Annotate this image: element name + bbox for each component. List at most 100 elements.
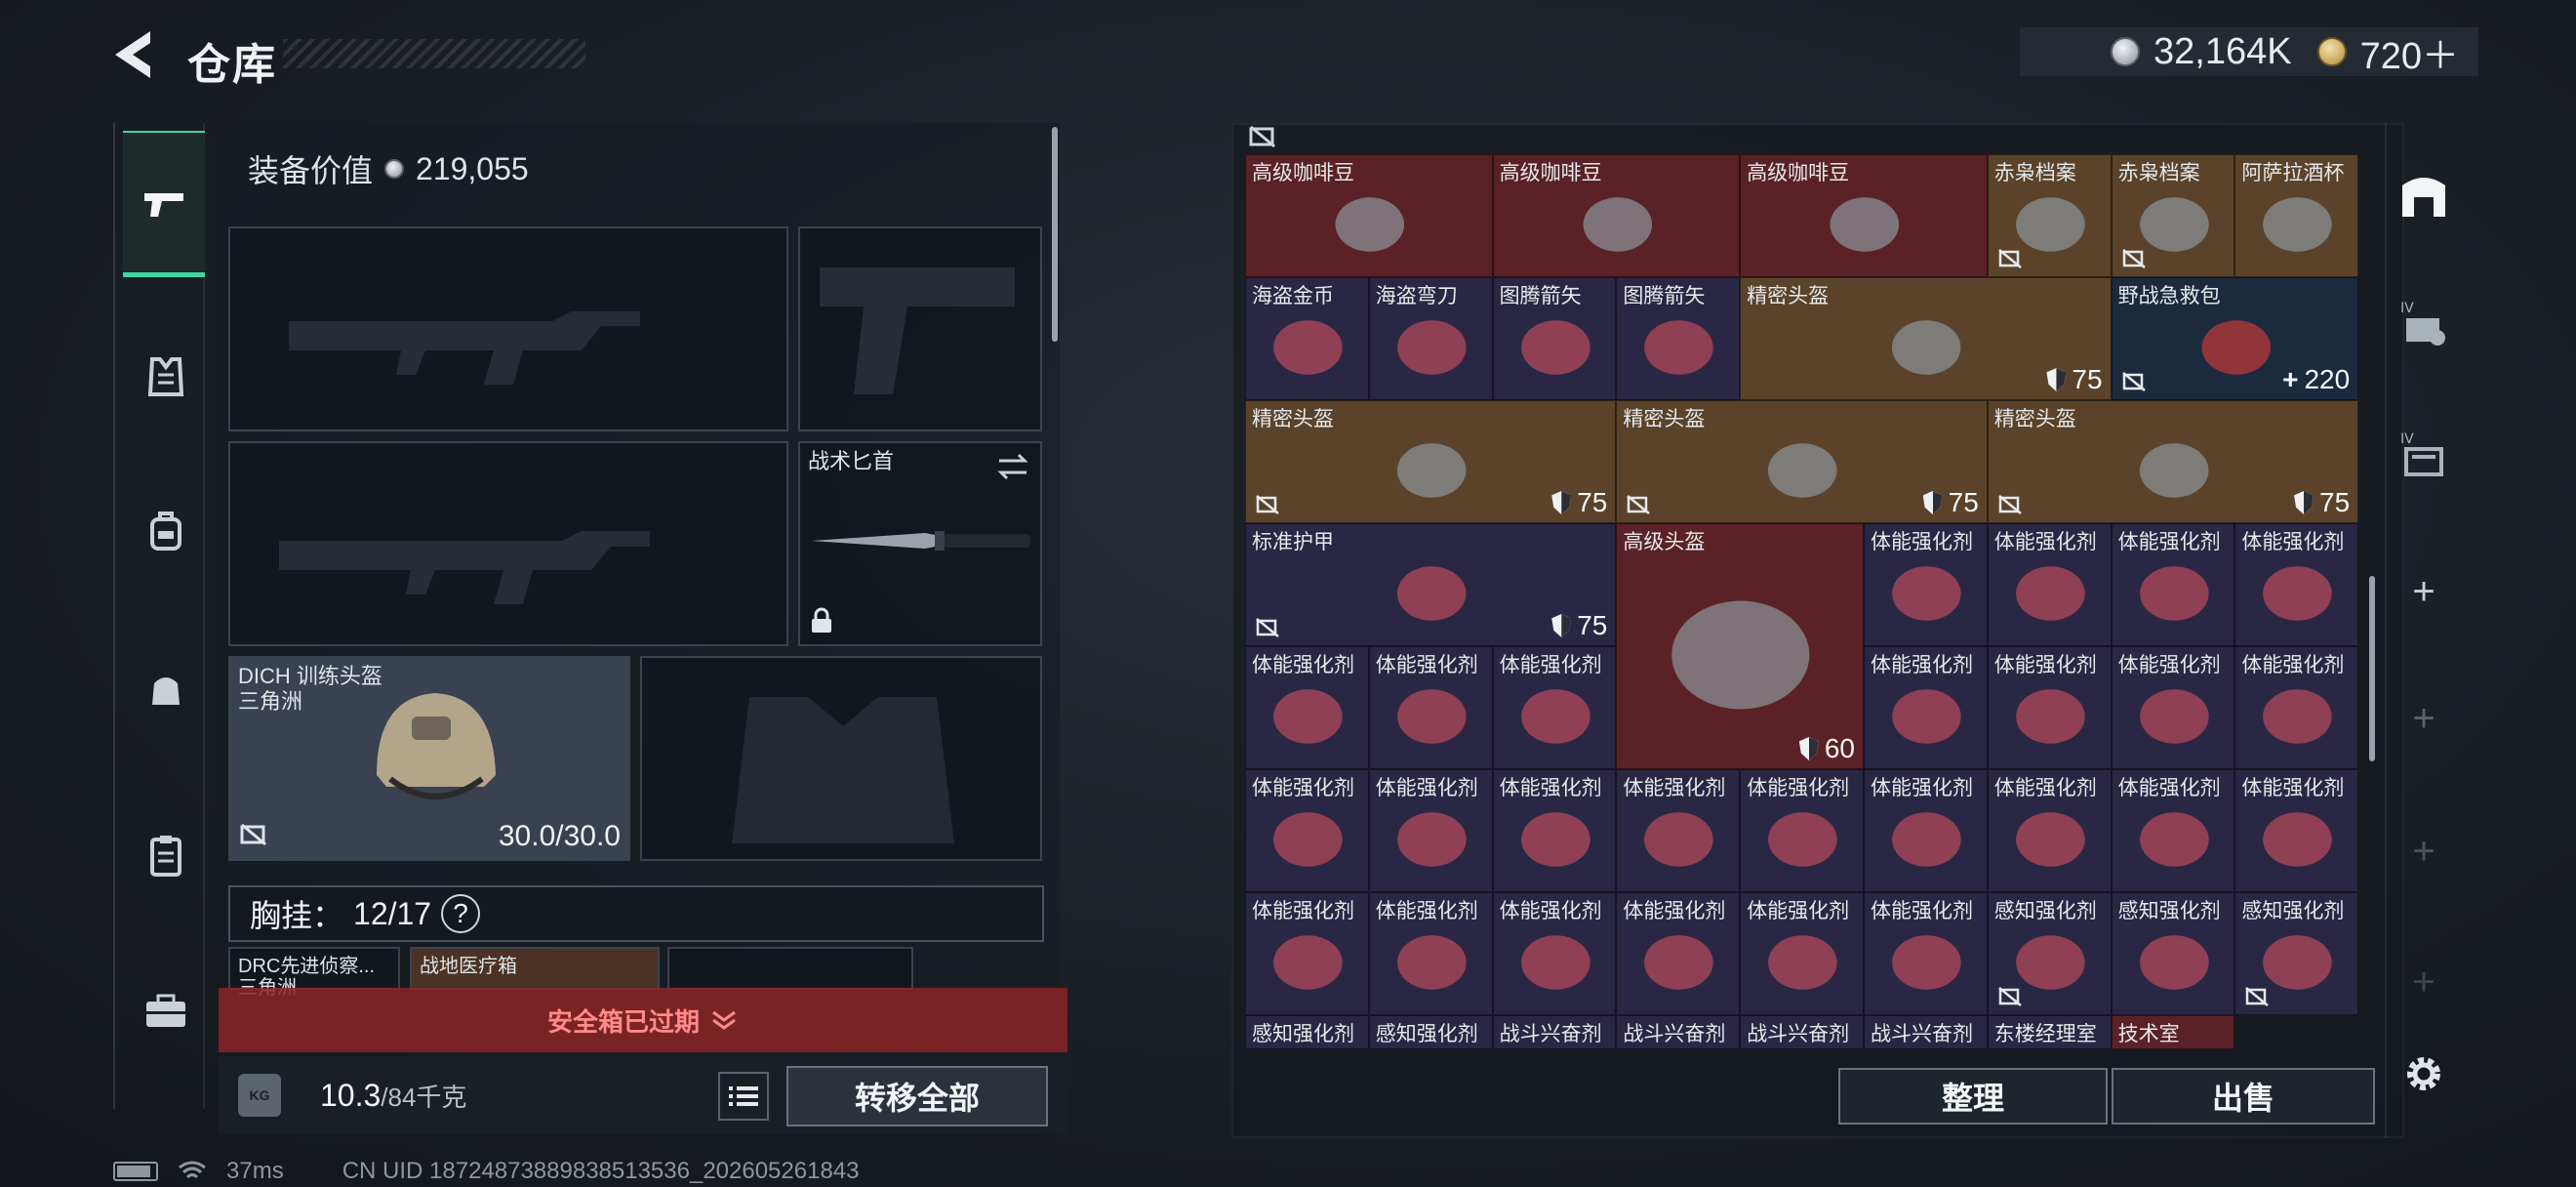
knife-slot[interactable]: 战术匕首 (798, 441, 1042, 646)
storage-item[interactable]: 高级咖啡豆 (1245, 154, 1493, 277)
storage-item[interactable]: 体能强化剂 (1245, 892, 1369, 1015)
storage-item[interactable]: 体能强化剂 (1864, 523, 1988, 646)
storage-item[interactable]: 标准护甲 75 (1245, 523, 1617, 646)
storage-page-main[interactable] (2389, 160, 2459, 230)
storage-item[interactable]: 体能强化剂 (1492, 892, 1617, 1015)
storage-item[interactable]: 海盗金币 (1245, 277, 1369, 400)
back-button[interactable] (107, 25, 166, 84)
storage-item[interactable]: 体能强化剂 (1987, 523, 2112, 646)
storage-item[interactable]: 体能强化剂 (1987, 646, 2112, 769)
storage-item[interactable]: 海盗弯刀 (1368, 277, 1493, 400)
secondary-weapon-slot[interactable] (228, 441, 788, 646)
storage-item[interactable]: 体能强化剂 (1368, 769, 1493, 892)
storage-item[interactable]: 战斗兴奋剂 (1864, 1015, 1988, 1050)
storage-item[interactable]: 精密头盔 75 (1245, 400, 1617, 523)
item-name: 体能强化剂 (1499, 654, 1602, 676)
add-storage-button[interactable]: + (2389, 947, 2459, 1017)
storage-item[interactable]: 赤枭档案 (1987, 154, 2112, 277)
storage-item[interactable]: 体能强化剂 (1245, 769, 1369, 892)
storage-item[interactable]: 感知强化剂 (1245, 1015, 1369, 1050)
storage-page-3[interactable]: IV (2389, 420, 2459, 490)
sidearm-slot[interactable] (798, 226, 1042, 431)
storage-item[interactable]: 战斗兴奋剂 (1616, 1015, 1741, 1050)
storage-item[interactable]: 野战急救包 +220 (2111, 277, 2359, 400)
storage-item[interactable]: 体能强化剂 (1492, 646, 1617, 769)
storage-item[interactable]: 体能强化剂 (2234, 646, 2359, 769)
safe-box-expired-banner[interactable]: 安全箱已过期 (219, 988, 1067, 1052)
rig-item-slot[interactable]: DRC先进侦察... 三角洲 (228, 947, 400, 999)
add-storage-button[interactable]: + (2389, 683, 2459, 754)
storage-item[interactable]: 体能强化剂 (1864, 769, 1988, 892)
tab-tasks[interactable] (127, 816, 205, 894)
tab-armor[interactable] (127, 338, 205, 416)
storage-item[interactable]: 高级咖啡豆 (1492, 154, 1741, 277)
storage-item[interactable]: 高级头盔 60 (1616, 523, 1864, 769)
sell-button[interactable]: 出售 (2112, 1068, 2375, 1125)
storage-item[interactable]: 体能强化剂 (1864, 892, 1988, 1015)
tab-backpack[interactable] (127, 492, 205, 570)
storage-item[interactable]: 体能强化剂 (1987, 769, 2112, 892)
storage-item[interactable]: 精密头盔 75 (1740, 277, 2112, 400)
armor-slot[interactable] (640, 656, 1042, 861)
storage-item[interactable]: 感知强化剂 (1368, 1015, 1493, 1050)
pouch-icon (152, 677, 180, 705)
storage-item[interactable]: 阿萨拉酒杯 (2234, 154, 2359, 277)
currency-gold-value[interactable]: 720＋ (2360, 25, 2459, 79)
storage-item[interactable]: 技术室 (2111, 1015, 2235, 1050)
primary-weapon-slot[interactable] (228, 226, 788, 431)
storage-item[interactable]: 战斗兴奋剂 (1740, 1015, 1864, 1050)
storage-item[interactable]: 体能强化剂 (1492, 769, 1617, 892)
shield-icon (1551, 614, 1572, 637)
storage-page-2[interactable]: IV (2389, 289, 2459, 359)
loadout-scrollbar[interactable] (1052, 127, 1058, 342)
storage-item[interactable]: 感知强化剂 (2234, 892, 2359, 1015)
storage-item[interactable]: 图腾箭矢 (1616, 277, 1741, 400)
storage-item[interactable]: 图腾箭矢 (1492, 277, 1617, 400)
storage-item[interactable]: 体能强化剂 (2234, 523, 2359, 646)
add-storage-button[interactable]: + (2389, 816, 2459, 886)
storage-item[interactable]: 精密头盔 75 (1616, 400, 1988, 523)
storage-item[interactable]: 东楼经理室 (1987, 1015, 2112, 1050)
storage-item[interactable]: 体能强化剂 (1740, 892, 1864, 1015)
storage-item[interactable]: 体能强化剂 (2111, 769, 2235, 892)
storage-item[interactable]: 赤枭档案 (2111, 154, 2235, 277)
storage-item[interactable]: 精密头盔 75 (1987, 400, 2359, 523)
tab-weapons[interactable] (123, 131, 205, 277)
storage-item[interactable]: 体能强化剂 (2111, 646, 2235, 769)
item-name: 阿萨拉酒杯 (2241, 162, 2345, 184)
add-storage-button[interactable]: + (2389, 556, 2459, 627)
currency-bar: 32,164K 720＋ (2020, 25, 2478, 79)
item-name: 高级咖啡豆 (1747, 162, 1850, 184)
sort-button[interactable]: 整理 (1838, 1068, 2108, 1125)
rig-item-slot[interactable]: 战地医疗箱 (410, 947, 660, 990)
rig-empty-slot[interactable] (667, 947, 913, 990)
list-view-button[interactable] (718, 1072, 769, 1121)
storage-item[interactable]: 高级咖啡豆 (1740, 154, 1988, 277)
settings-button[interactable] (2389, 1039, 2459, 1109)
storage-item[interactable]: 感知强化剂 (1987, 892, 2112, 1015)
rifle-silhouette-icon (279, 531, 650, 604)
storage-item[interactable]: 体能强化剂 (2111, 523, 2235, 646)
help-icon[interactable]: ? (441, 894, 481, 933)
storage-item[interactable]: 感知强化剂 (2111, 892, 2235, 1015)
storage-item[interactable]: 战斗兴奋剂 (1492, 1015, 1617, 1050)
storage-item[interactable]: 体能强化剂 (1368, 892, 1493, 1015)
chest-rig-row[interactable]: 胸挂： 12/17 ? (228, 885, 1044, 942)
storage-item[interactable]: 体能强化剂 (1864, 646, 1988, 769)
transfer-all-button[interactable]: 转移全部 (786, 1066, 1048, 1126)
storage-scrollbar[interactable] (2369, 576, 2375, 761)
helmet-slot[interactable]: DICH 训练头盔 三角洲 30.0/30.0 (228, 656, 630, 861)
storage-item[interactable]: 体能强化剂 (1368, 646, 1493, 769)
tab-case[interactable] (127, 972, 205, 1050)
knife-label: 战术匕首 (808, 449, 895, 473)
storage-item[interactable]: 体能强化剂 (1616, 769, 1741, 892)
storage-item[interactable]: 体能强化剂 (1245, 646, 1369, 769)
storage-item[interactable]: 体能强化剂 (1740, 769, 1864, 892)
storage-item[interactable]: 体能强化剂 (2234, 769, 2359, 892)
bound-item-icon (1998, 987, 2022, 1006)
storage-item[interactable]: 体能强化剂 (1616, 892, 1741, 1015)
item-name: 高级头盔 (1623, 531, 1706, 553)
swap-arrows-icon[interactable] (995, 453, 1030, 480)
tab-pouch[interactable] (127, 650, 205, 728)
item-name: 东楼经理室 (1993, 1023, 2097, 1045)
